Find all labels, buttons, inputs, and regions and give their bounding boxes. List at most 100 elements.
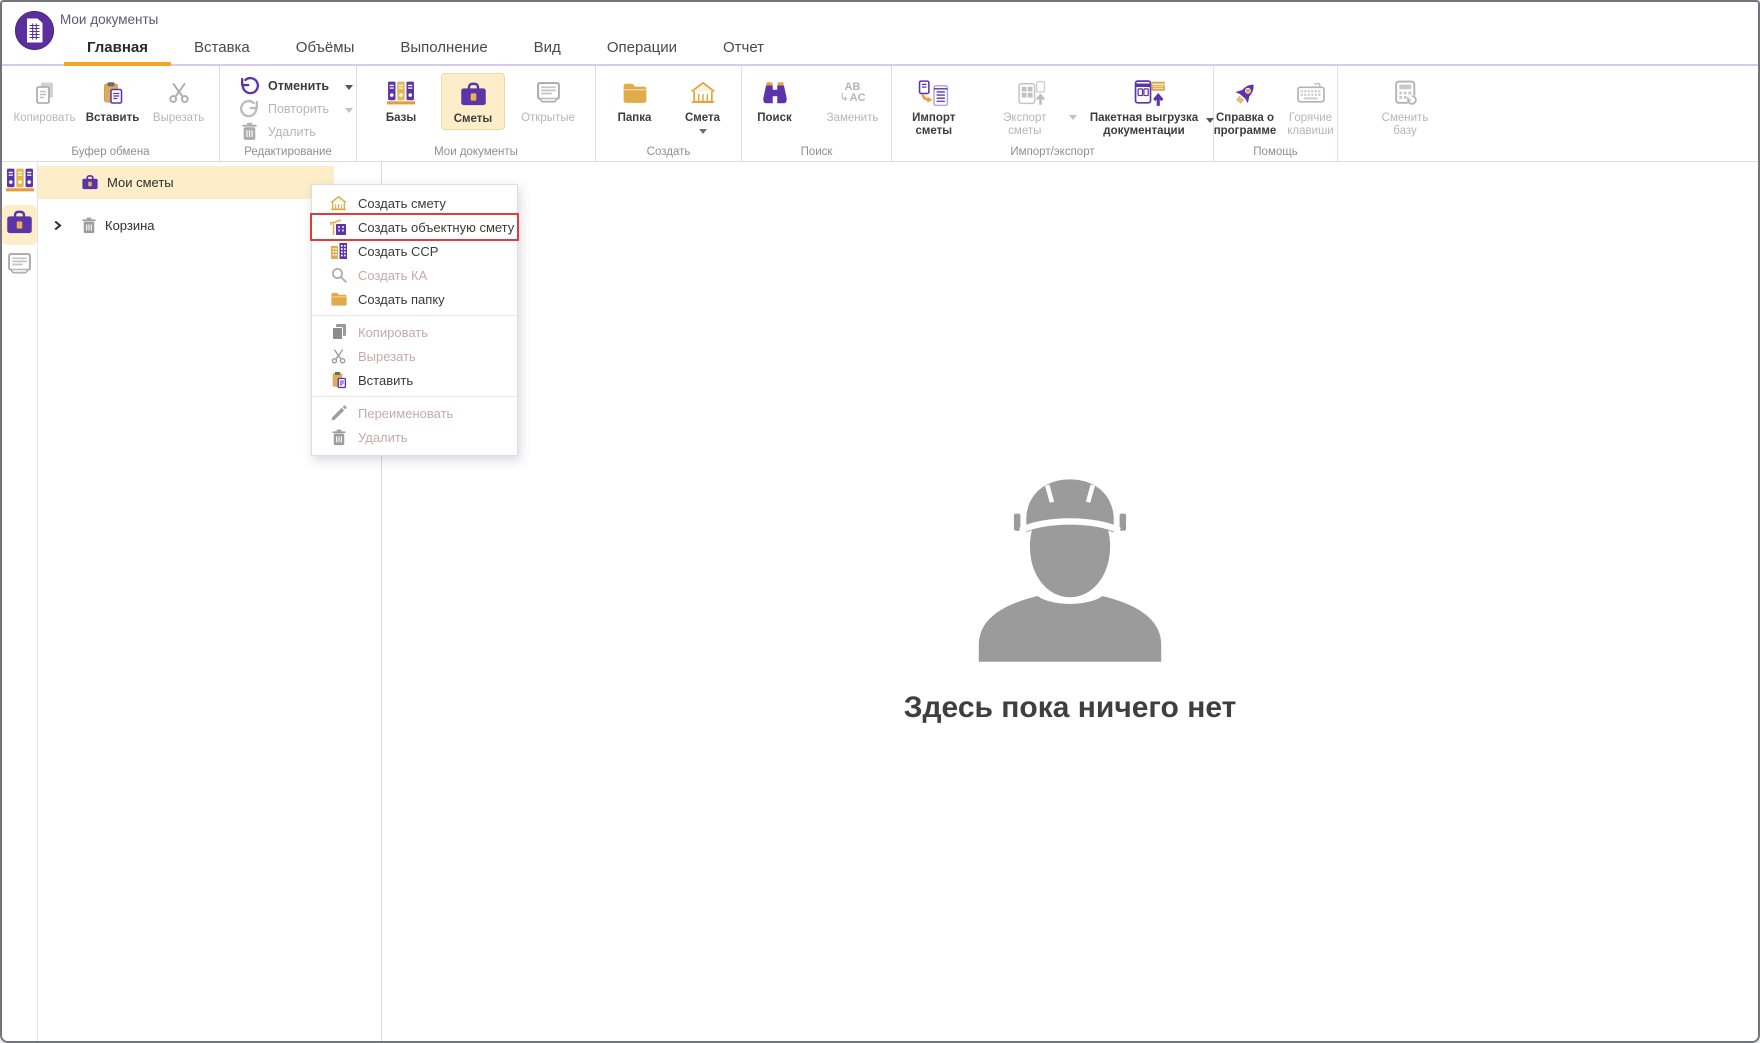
opened-button[interactable]: Открытые (517, 73, 579, 128)
change-base-button[interactable]: Сменить базу (1377, 73, 1433, 140)
menu-separator (312, 396, 517, 397)
tree-item-my-estimates[interactable]: Мои сметы (38, 166, 334, 199)
group-label-search: Поиск (800, 146, 833, 158)
empty-state-message: Здесь пока ничего нет (903, 691, 1237, 724)
briefcase-icon (459, 77, 488, 111)
tab-otchet[interactable]: Отчет (700, 31, 787, 64)
tab-bar: Главная Вставка Объёмы Выполнение Вид Оп… (64, 31, 787, 66)
binders-icon (5, 167, 34, 198)
import-estimate-button[interactable]: Импорт сметы (892, 73, 976, 140)
chevron-right-icon[interactable] (52, 220, 64, 231)
export-estimate-button[interactable]: Экспорт сметы (984, 73, 1079, 140)
group-label-edit: Редактирование (244, 146, 332, 158)
menu-item-delete[interactable]: Удалить (312, 425, 517, 449)
tab-vstavka[interactable]: Вставка (171, 31, 273, 64)
ribbon: Копировать Вставить Вырезать Буфер обмен… (2, 66, 1758, 162)
menu-item-create-ssr[interactable]: Создать ССР (312, 239, 517, 263)
create-folder-button[interactable]: Папка (609, 73, 661, 128)
briefcase-icon (81, 174, 99, 191)
delete-button[interactable]: Удалить (238, 122, 356, 141)
building-crane-icon (329, 218, 348, 237)
pencil-icon (329, 404, 348, 423)
menu-item-rename[interactable]: Переименовать (312, 401, 517, 425)
group-label-import-export: Импорт/экспорт (1010, 146, 1095, 158)
left-icon-strip (2, 162, 38, 1041)
estimates-button[interactable]: Сметы (441, 73, 505, 130)
menu-separator (312, 315, 517, 316)
documents-icon (6, 252, 33, 282)
menu-item-cut[interactable]: Вырезать (312, 344, 517, 368)
bases-button[interactable]: Базы (373, 73, 429, 128)
help-button[interactable]: Справка о программе (1214, 73, 1276, 140)
strip-estimates-button[interactable] (2, 205, 37, 245)
create-estimate-button[interactable]: Смета (677, 73, 729, 137)
tab-obyomy[interactable]: Объёмы (273, 31, 378, 64)
buildings-icon (329, 242, 348, 261)
ribbon-group-edit: Отменить Повторить Удалить Редактировани… (220, 66, 357, 161)
menu-item-create-ka[interactable]: Создать КА (312, 263, 517, 287)
export-dropdown-icon[interactable] (1069, 115, 1077, 120)
undo-icon (238, 76, 260, 95)
tab-vid[interactable]: Вид (511, 31, 584, 64)
ribbon-group-clipboard: Копировать Вставить Вырезать Буфер обмен… (2, 66, 220, 161)
scissors-icon (329, 347, 348, 366)
calculator-icon (1392, 76, 1419, 110)
export-icon (1017, 76, 1046, 110)
group-label-help: Помощь (1253, 146, 1298, 158)
ribbon-group-change-base: Сменить базу (1338, 66, 1472, 161)
search-button[interactable]: Поиск (751, 73, 799, 128)
ribbon-group-help: Справка о программе Горячие клавиши Помо… (1214, 66, 1338, 161)
content-area: Здесь пока ничего нет (382, 162, 1758, 1041)
header: Мои документы Главная Вставка Объёмы Вып… (2, 2, 1758, 66)
redo-dropdown-icon[interactable] (345, 107, 354, 113)
tab-glavnaya[interactable]: Главная (64, 31, 172, 66)
paste-icon (101, 76, 125, 110)
strip-bases-button[interactable] (4, 165, 36, 200)
magnifier-icon (329, 266, 348, 285)
binoculars-icon (761, 76, 789, 110)
redo-icon (238, 99, 260, 118)
folder-icon (622, 76, 648, 110)
app-logo-icon (14, 10, 55, 51)
body: Мои сметы Корзина Здесь пока ничего нет (2, 162, 1758, 1041)
tab-operacii[interactable]: Операции (584, 31, 700, 64)
group-label-clipboard: Буфер обмена (71, 146, 150, 158)
paste-icon (329, 371, 348, 390)
trash-icon (329, 428, 348, 447)
strip-opened-button[interactable] (4, 250, 35, 284)
menu-item-copy[interactable]: Копировать (312, 320, 517, 344)
menu-item-create-folder[interactable]: Создать папку (312, 287, 517, 311)
replace-icon: AB ↳AC (839, 81, 866, 104)
keyboard-icon (1296, 76, 1326, 110)
trash-icon (81, 217, 97, 234)
batch-export-button[interactable]: Пакетная выгрузка документации (1087, 73, 1214, 140)
import-icon (918, 76, 949, 110)
redo-button[interactable]: Повторить (238, 99, 356, 118)
menu-item-create-object-estimate[interactable]: Создать объектную смету (310, 213, 519, 241)
copy-button[interactable]: Копировать (11, 73, 79, 128)
menu-item-paste[interactable]: Вставить (312, 368, 517, 392)
tab-vypolnenie[interactable]: Выполнение (377, 31, 510, 64)
rocket-icon (1232, 76, 1259, 110)
copy-icon (33, 76, 57, 110)
construction-worker-icon (956, 464, 1184, 667)
undo-button[interactable]: Отменить (238, 76, 356, 95)
cut-icon (167, 76, 191, 110)
create-estimate-dropdown-icon[interactable] (698, 128, 707, 134)
group-label-my-documents: Мои документы (434, 146, 518, 158)
house-icon (329, 194, 348, 213)
hotkeys-button[interactable]: Горячие клавиши (1284, 73, 1337, 140)
copy-icon (329, 323, 348, 342)
paste-button[interactable]: Вставить (83, 73, 143, 128)
cut-button[interactable]: Вырезать (147, 73, 211, 128)
context-menu: Создать смету Создать объектную смету Со… (310, 184, 519, 456)
ribbon-group-search: Поиск AB ↳AC Заменить Поиск (742, 66, 892, 161)
undo-dropdown-icon[interactable] (345, 84, 354, 90)
ribbon-group-create: Папка Смета Создать (596, 66, 742, 161)
binders-icon (387, 76, 415, 110)
window-title: Мои документы (60, 12, 159, 27)
house-icon (689, 76, 717, 110)
ribbon-group-import-export: Импорт сметы Экспорт сметы Пакетная выгр… (892, 66, 1214, 161)
menu-item-create-estimate[interactable]: Создать смету (312, 191, 517, 215)
replace-button[interactable]: AB ↳AC Заменить (823, 73, 883, 128)
